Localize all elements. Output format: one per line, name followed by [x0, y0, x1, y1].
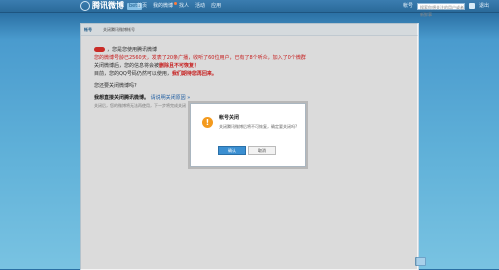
nav-find-people[interactable]: 找人 — [179, 0, 189, 12]
logout-link[interactable]: 退出 — [479, 0, 489, 12]
dialog-title: 帐号关闭 — [219, 115, 240, 121]
search-input[interactable]: 搜索你想关注的用户或者新鲜事 — [416, 2, 465, 17]
confirm-button[interactable]: 确认 — [218, 146, 246, 155]
main-nav: 首页 我的微博 找人 活动 应用 — [137, 0, 221, 12]
logo-text: 腾讯微博 — [92, 1, 124, 10]
warning-icon: ! — [202, 117, 213, 128]
mail-icon[interactable] — [468, 3, 475, 9]
logo-icon — [80, 1, 90, 11]
dialog-message: 关闭腾讯微博后将不可恢复，确定要关闭吗? — [219, 124, 298, 129]
cancel-button[interactable]: 取消 — [248, 146, 276, 155]
top-navigation-bar: 腾讯微博 beta 首页 我的微博 找人 活动 应用 帐号 搜索你想关注的用户或… — [0, 0, 499, 17]
nav-events[interactable]: 活动 — [195, 0, 205, 12]
logo[interactable]: 腾讯微博 beta — [80, 0, 143, 12]
nav-apps[interactable]: 应用 — [211, 0, 221, 12]
account-link[interactable]: 帐号 — [403, 0, 413, 12]
nav-home[interactable]: 首页 — [137, 0, 147, 12]
close-account-dialog: ! 帐号关闭 关闭腾讯微博后将不可恢复，确定要关闭吗? 确认 取消 — [190, 103, 306, 167]
notification-dot — [174, 2, 178, 5]
nav-my-weibo[interactable]: 我的微博 — [153, 0, 178, 12]
top-right-area: 帐号 搜索你想关注的用户或者新鲜事 退出 — [403, 0, 489, 17]
nav-my-weibo-label: 我的微博 — [153, 3, 174, 9]
